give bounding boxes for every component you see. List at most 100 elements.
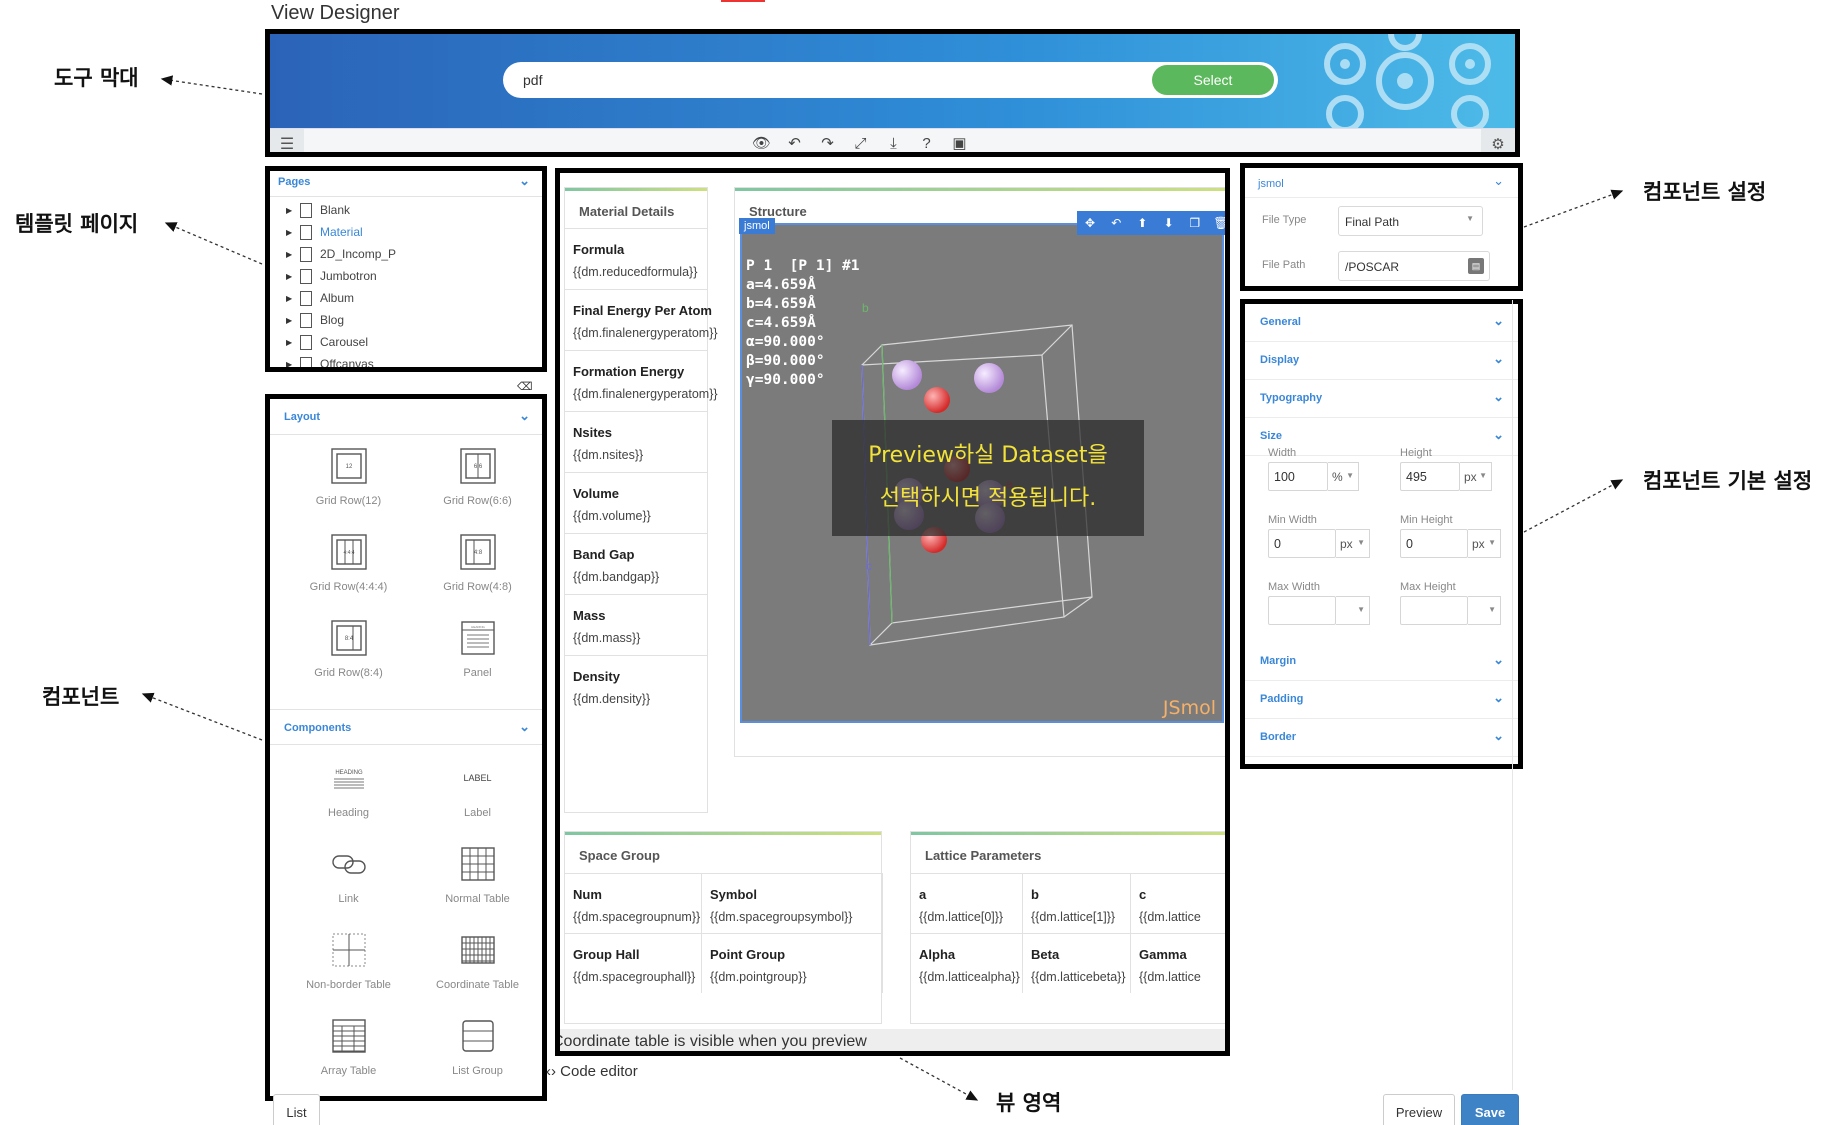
component-list-group[interactable]: List Group bbox=[431, 1009, 525, 1095]
page-item[interactable]: ▶ Material bbox=[270, 221, 542, 243]
dataset-search-input[interactable] bbox=[523, 68, 1143, 92]
fullscreen-icon[interactable]: ⤢ bbox=[844, 133, 877, 152]
material-details-card[interactable]: Material Details Formula {{dm.reducedform… bbox=[564, 187, 718, 813]
pages-header[interactable]: Pages ⌄ bbox=[270, 171, 542, 197]
component-label[interactable]: LABEL Label bbox=[431, 751, 525, 837]
components-header[interactable]: Components ⌄ bbox=[270, 709, 542, 745]
caret-right-icon[interactable]: ▶ bbox=[286, 294, 300, 303]
max-height-unit-select[interactable]: ▼ bbox=[1468, 596, 1501, 625]
list-button[interactable]: List bbox=[273, 1094, 320, 1125]
lattice-cell[interactable]: c {{dm.lattice bbox=[1131, 873, 1225, 933]
file-path-input[interactable]: /POSCAR ▤ bbox=[1338, 251, 1490, 281]
caret-right-icon[interactable]: ▶ bbox=[286, 206, 300, 215]
lattice-cell[interactable]: Alpha {{dm.latticealpha}} bbox=[911, 933, 1023, 993]
detail-field[interactable]: Band Gap {{dm.bandgap}} bbox=[565, 533, 707, 594]
component-grid-row-4-8[interactable]: 4:8 Grid Row(4:8) bbox=[431, 525, 525, 611]
delete-icon[interactable]: 🗑 bbox=[1208, 211, 1225, 235]
arrow-up-icon[interactable]: ⬆ bbox=[1129, 211, 1155, 235]
caret-right-icon[interactable]: ▶ bbox=[286, 250, 300, 259]
min-height-input[interactable]: 0 bbox=[1400, 529, 1468, 558]
component-array-table[interactable]: Array Table bbox=[302, 1009, 396, 1095]
download-icon[interactable]: ⤓ bbox=[877, 133, 910, 152]
gear-icon[interactable]: ⚙ bbox=[1481, 129, 1515, 152]
space-group-cell[interactable]: Group Hall {{dm.spacegrouphall}} bbox=[565, 933, 702, 993]
settings-section-general[interactable]: General ⌄ bbox=[1245, 304, 1518, 342]
copy-icon[interactable]: ❐ bbox=[1182, 211, 1208, 235]
lattice-cell[interactable]: Gamma {{dm.lattice bbox=[1131, 933, 1225, 993]
detail-field[interactable]: Nsites {{dm.nsites}} bbox=[565, 411, 707, 472]
detail-field[interactable]: Density {{dm.density}} bbox=[565, 655, 707, 716]
jsmol-viewer[interactable]: P 1 [P 1] #1 a=4.659Å b=4.659Å c=4.659Å … bbox=[740, 223, 1224, 723]
width-unit-select[interactable]: % ▼ bbox=[1328, 462, 1359, 491]
save-button[interactable]: Save bbox=[1461, 1094, 1519, 1125]
max-width-input[interactable] bbox=[1268, 596, 1336, 625]
arrow-down-icon[interactable]: ⬇ bbox=[1156, 211, 1182, 235]
page-item[interactable]: ▶ Blank bbox=[270, 199, 542, 221]
lattice-cell[interactable]: Beta {{dm.latticebeta}} bbox=[1023, 933, 1131, 993]
page-item[interactable]: ▶ Blog bbox=[270, 309, 542, 331]
min-height-unit-select[interactable]: px ▼ bbox=[1468, 529, 1501, 558]
lattice-parameters-card[interactable]: Lattice Parameters a {{dm.lattice[0]}} b {{… bbox=[910, 831, 1225, 1024]
component-non-border-table[interactable]: Non-border Table bbox=[302, 923, 396, 1009]
jsmol-tag[interactable]: jsmol bbox=[739, 218, 775, 234]
min-width-input[interactable]: 0 bbox=[1268, 529, 1336, 558]
max-height-input[interactable] bbox=[1400, 596, 1468, 625]
save-icon[interactable]: ▣ bbox=[943, 133, 976, 152]
lattice-cell[interactable]: b {{dm.lattice[1]}} bbox=[1023, 873, 1131, 933]
min-width-unit-select[interactable]: px ▼ bbox=[1336, 529, 1370, 558]
width-input[interactable]: 100 bbox=[1268, 462, 1328, 491]
component-coordinate-table[interactable]: Coordinate Table bbox=[431, 923, 525, 1009]
file-type-select[interactable]: Final Path ▼ bbox=[1338, 206, 1483, 236]
layout-header[interactable]: Layout ⌄ bbox=[270, 399, 542, 435]
component-normal-table[interactable]: Normal Table bbox=[431, 837, 525, 923]
detail-field[interactable]: Formula {{dm.reducedformula}} bbox=[565, 228, 707, 289]
page-item[interactable]: ▶ 2D_Incomp_P bbox=[270, 243, 542, 265]
caret-right-icon[interactable]: ▶ bbox=[286, 316, 300, 325]
jsmol-settings-header[interactable]: jsmol ⌄ bbox=[1245, 168, 1518, 198]
space-group-card[interactable]: Space Group Num {{dm.spacegroupnum}} Symbo… bbox=[564, 831, 883, 1024]
select-button[interactable]: Select bbox=[1152, 65, 1274, 95]
settings-section-typography[interactable]: Typography ⌄ bbox=[1245, 380, 1518, 418]
component-grid-row-8-4[interactable]: 8:4 Grid Row(8:4) bbox=[302, 611, 396, 697]
settings-section-padding[interactable]: Padding ⌄ bbox=[1245, 681, 1518, 719]
settings-section-margin[interactable]: Margin ⌄ bbox=[1245, 643, 1518, 681]
lattice-cell[interactable]: a {{dm.lattice[0]}} bbox=[911, 873, 1023, 933]
space-group-cell[interactable]: Point Group {{dm.pointgroup}} bbox=[702, 933, 883, 993]
detail-field[interactable]: Volume {{dm.volume}} bbox=[565, 472, 707, 533]
preview-button[interactable]: Preview bbox=[1383, 1094, 1455, 1125]
collapse-panel-icon[interactable]: ⌫ bbox=[517, 380, 533, 393]
height-unit-select[interactable]: px ▼ bbox=[1460, 462, 1492, 491]
detail-field[interactable]: Mass {{dm.mass}} bbox=[565, 594, 707, 655]
space-group-cell[interactable]: Symbol {{dm.spacegroupsymbol}} bbox=[702, 873, 883, 933]
menu-icon[interactable]: ☰ bbox=[270, 129, 304, 152]
code-editor-tab[interactable]: ‹› Code editor bbox=[546, 1063, 638, 1080]
height-input[interactable]: 495 bbox=[1400, 462, 1460, 491]
caret-right-icon[interactable]: ▶ bbox=[286, 228, 300, 237]
component-link[interactable]: Link bbox=[302, 837, 396, 923]
component-panel[interactable]: HEADING Panel bbox=[431, 611, 525, 697]
page-item[interactable]: ▶ Offcanvas bbox=[270, 353, 542, 368]
component-grid-row-6-6[interactable]: 6:6 Grid Row(6:6) bbox=[431, 439, 525, 525]
space-group-cell[interactable]: Num {{dm.spacegroupnum}} bbox=[565, 873, 702, 933]
component-heading[interactable]: HEADING Heading bbox=[302, 751, 396, 837]
redo-icon[interactable]: ↷ bbox=[811, 133, 844, 152]
help-icon[interactable]: ? bbox=[910, 133, 943, 152]
page-item[interactable]: ▶ Jumbotron bbox=[270, 265, 542, 287]
caret-right-icon[interactable]: ▶ bbox=[286, 272, 300, 281]
caret-right-icon[interactable]: ▶ bbox=[286, 338, 300, 347]
undo-icon[interactable]: ↶ bbox=[1103, 211, 1129, 235]
caret-right-icon[interactable]: ▶ bbox=[286, 360, 300, 368]
settings-section-display[interactable]: Display ⌄ bbox=[1245, 342, 1518, 380]
undo-icon[interactable]: ↶ bbox=[778, 133, 811, 152]
eye-icon[interactable]: 👁 bbox=[745, 133, 778, 152]
file-browse-icon[interactable]: ▤ bbox=[1468, 258, 1484, 274]
move-icon[interactable]: ✥ bbox=[1077, 211, 1103, 235]
detail-field[interactable]: Final Energy Per Atom {{dm.finalenergyper… bbox=[565, 289, 718, 350]
max-width-unit-select[interactable]: ▼ bbox=[1336, 596, 1370, 625]
component-grid-row-12[interactable]: 12 Grid Row(12) bbox=[302, 439, 396, 525]
settings-section-border[interactable]: Border ⌄ bbox=[1245, 719, 1518, 757]
page-item[interactable]: ▶ Album bbox=[270, 287, 542, 309]
detail-field[interactable]: Formation Energy {{dm.finalenergyperatom}… bbox=[565, 350, 718, 411]
page-item[interactable]: ▶ Carousel bbox=[270, 331, 542, 353]
component-grid-row-4-4-4[interactable]: 4:4:4 Grid Row(4:4:4) bbox=[302, 525, 396, 611]
